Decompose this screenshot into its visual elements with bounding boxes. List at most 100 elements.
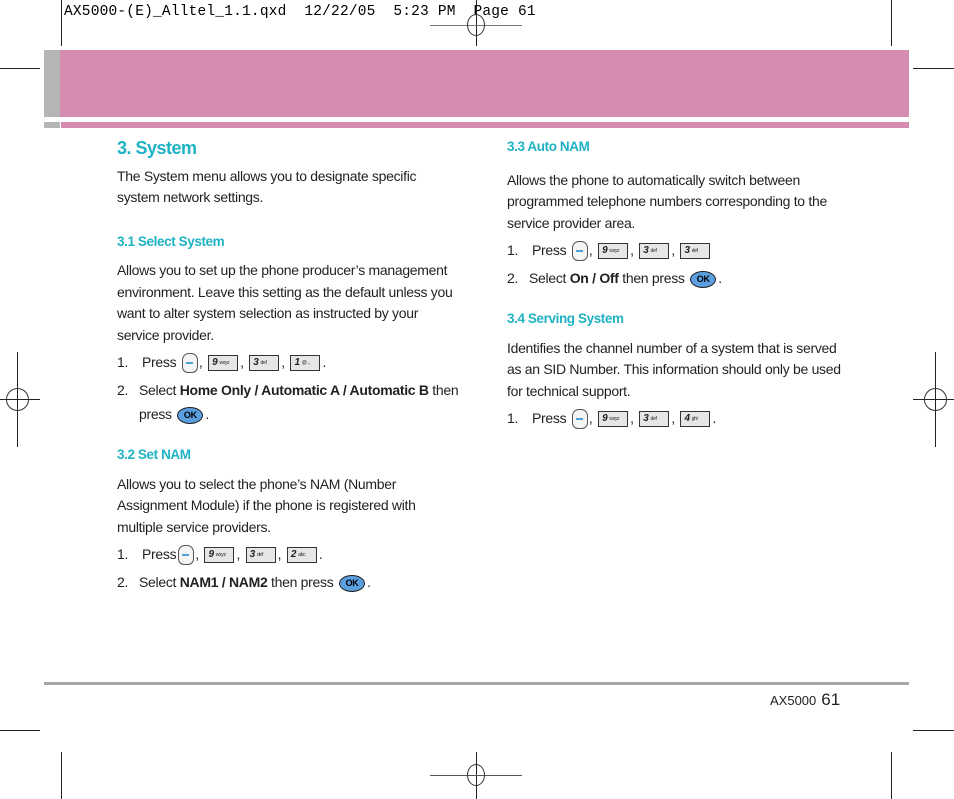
step-number: 2. bbox=[117, 574, 129, 590]
menu-soft-key-icon bbox=[181, 353, 198, 374]
option-automatic-b: Automatic B bbox=[349, 382, 429, 398]
key-3-icon: 3 def bbox=[245, 547, 276, 564]
section-select-system: 3.1 Select System Allows you to set up t… bbox=[117, 231, 462, 427]
separator: , bbox=[240, 354, 244, 370]
section-heading: 3.1 Select System bbox=[117, 233, 225, 249]
step-2: 2. Select NAM1 / NAM2 then press OK. bbox=[117, 570, 462, 594]
separator: , bbox=[281, 354, 285, 370]
print-slug: AX5000-(E)_Alltel_1.1.qxd 12/22/05 5:23 … bbox=[64, 4, 536, 20]
separator: . bbox=[318, 546, 323, 562]
separator: , bbox=[198, 354, 203, 370]
separator: , bbox=[588, 410, 593, 426]
separator: , bbox=[630, 242, 634, 258]
header-strip bbox=[61, 122, 909, 128]
key-2-icon: 2 abc bbox=[286, 547, 317, 564]
footer-model: AX5000 bbox=[770, 693, 817, 708]
step-number: 1. bbox=[507, 242, 519, 258]
step-number: 1. bbox=[117, 354, 129, 370]
step-number: 2. bbox=[507, 270, 519, 286]
separator: . bbox=[322, 354, 327, 370]
step-label: Press bbox=[532, 242, 567, 258]
right-column: 3.3 Auto NAM Allows the phone to automat… bbox=[507, 136, 852, 430]
intro-text: The System menu allows you to designate … bbox=[117, 167, 417, 206]
section-serving-system: 3.4 Serving System Identifies the channe… bbox=[507, 308, 852, 430]
separator: . bbox=[205, 406, 209, 422]
step-label: Press bbox=[532, 410, 567, 426]
section-body: Allows the phone to automatically switch… bbox=[507, 171, 827, 231]
separator: / bbox=[250, 382, 262, 398]
ok-key-icon: OK bbox=[339, 574, 366, 592]
key-9-icon: 9 wxyz bbox=[598, 411, 629, 428]
crop-mark bbox=[891, 752, 892, 799]
crop-mark bbox=[61, 752, 62, 799]
section-body: Allows you to set up the phone producer’… bbox=[117, 262, 453, 343]
step-1: 1. Press, 9 wxyz, 3 def, 2 abc. bbox=[117, 542, 462, 566]
header-banner bbox=[60, 50, 909, 117]
left-column: 3. System The System menu allows you to … bbox=[117, 138, 462, 594]
key-3-icon: 3 def bbox=[639, 411, 670, 428]
step-text: Select bbox=[139, 574, 180, 590]
ok-key-icon: OK bbox=[177, 406, 204, 424]
key-4-icon: 4 ghi bbox=[680, 411, 711, 428]
separator: , bbox=[195, 546, 199, 562]
step-1: 1. Press , 9 wxyz, 3 def, 3 def bbox=[507, 238, 852, 262]
step-text: then press bbox=[267, 574, 334, 590]
separator: , bbox=[671, 242, 675, 258]
section-heading: 3.3 Auto NAM bbox=[507, 139, 590, 154]
footer: AX5000 61 bbox=[770, 690, 840, 710]
separator: / bbox=[588, 270, 600, 286]
crop-mark bbox=[913, 730, 954, 731]
key-3-icon: 3 def bbox=[680, 243, 711, 260]
section-set-nam: 3.2 Set NAM Allows you to select the pho… bbox=[117, 444, 462, 594]
option-off: Off bbox=[599, 270, 619, 286]
step-text: Select bbox=[139, 382, 180, 398]
crop-mark bbox=[0, 68, 40, 69]
menu-soft-key-icon bbox=[571, 409, 588, 430]
header-banner-side bbox=[44, 50, 60, 117]
step-number: 2. bbox=[117, 382, 129, 398]
step-2: 2. Select Home Only / Automatic A / Auto… bbox=[117, 378, 462, 426]
separator: , bbox=[630, 410, 634, 426]
option-nam1: NAM1 bbox=[179, 574, 219, 590]
step-1: 1. Press , 9 wxyz, 3 def, 4 ghi. bbox=[507, 406, 852, 430]
option-automatic-a: Automatic A bbox=[261, 382, 340, 398]
step-number: 1. bbox=[117, 546, 129, 562]
crop-mark bbox=[61, 0, 62, 46]
ok-key-icon: OK bbox=[690, 270, 717, 288]
footer-rule bbox=[44, 682, 909, 685]
menu-soft-key-icon bbox=[178, 545, 195, 566]
separator: / bbox=[218, 574, 229, 590]
step-label: Press bbox=[142, 354, 177, 370]
separator: , bbox=[236, 546, 241, 562]
step-label: Press bbox=[142, 546, 177, 562]
header-strip-side bbox=[44, 122, 60, 128]
separator: , bbox=[671, 410, 675, 426]
separator: . bbox=[712, 410, 717, 426]
option-home-only: Home Only bbox=[179, 382, 252, 398]
option-on: On bbox=[569, 270, 589, 286]
key-9-icon: 9 wxyz bbox=[208, 355, 239, 372]
separator: . bbox=[367, 574, 371, 590]
page-number: 61 bbox=[821, 690, 841, 709]
step-text: Select bbox=[529, 270, 570, 286]
section-body: Identifies the channel number of a syste… bbox=[507, 339, 841, 399]
option-nam2: NAM2 bbox=[228, 574, 268, 590]
key-1-icon: 1 @ ., bbox=[290, 355, 321, 372]
step-2: 2. Select On / Off then press OK. bbox=[507, 266, 852, 290]
section-heading: 3.4 Serving System bbox=[507, 311, 624, 326]
crop-mark bbox=[891, 0, 892, 46]
separator: , bbox=[588, 242, 593, 258]
step-text: then press bbox=[618, 270, 685, 286]
key-3-icon: 3 def bbox=[639, 243, 670, 260]
crop-mark bbox=[0, 730, 40, 731]
step-1: 1. Press , 9 wxyz, 3 def, 1 @ .,. bbox=[117, 350, 462, 374]
section-auto-nam: 3.3 Auto NAM Allows the phone to automat… bbox=[507, 136, 852, 290]
key-9-icon: 9 wxyz bbox=[204, 547, 235, 564]
separator: , bbox=[277, 546, 282, 562]
separator: / bbox=[339, 382, 350, 398]
step-number: 1. bbox=[507, 410, 519, 426]
section-body: Allows you to select the phone’s NAM (Nu… bbox=[117, 475, 416, 535]
key-9-icon: 9 wxyz bbox=[598, 243, 629, 260]
separator: . bbox=[718, 270, 722, 286]
key-3-icon: 3 def bbox=[249, 355, 280, 372]
